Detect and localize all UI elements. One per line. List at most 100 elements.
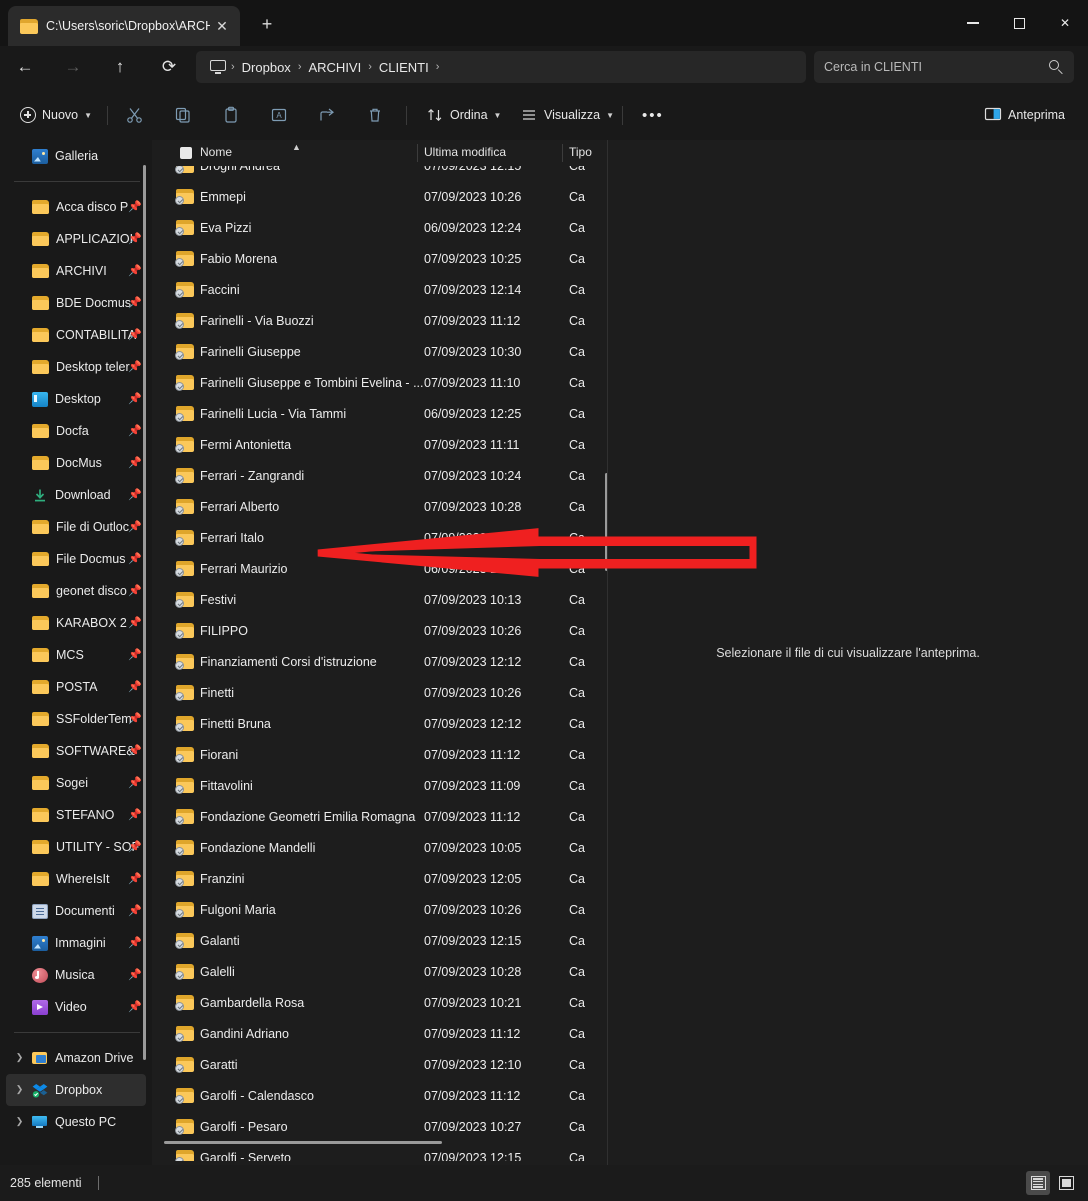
minimize-button[interactable]: [950, 0, 996, 46]
sidebar-scrollbar[interactable]: [143, 165, 146, 1060]
pin-icon[interactable]: 📌: [128, 712, 142, 725]
rename-button[interactable]: A: [262, 99, 296, 131]
sidebar-item-mcs[interactable]: MCS 📌: [6, 639, 146, 671]
sidebar-item-bde-docmus[interactable]: BDE Docmus 📌: [6, 287, 146, 319]
table-row[interactable]: Finetti 07/09/2023 10:26 Ca: [152, 677, 607, 708]
sidebar-item-immagini[interactable]: Immagini 📌: [6, 927, 146, 959]
pin-icon[interactable]: 📌: [128, 392, 142, 405]
pin-icon[interactable]: 📌: [128, 808, 142, 821]
details-view-button[interactable]: [1026, 1171, 1050, 1195]
pin-icon[interactable]: 📌: [128, 552, 142, 565]
sidebar-item-download[interactable]: Download 📌: [6, 479, 146, 511]
table-row[interactable]: Fabio Morena 07/09/2023 10:25 Ca: [152, 243, 607, 274]
paste-button[interactable]: [214, 99, 248, 131]
table-row[interactable]: Gandini Adriano 07/09/2023 11:12 Ca: [152, 1018, 607, 1049]
sidebar-item-whereisit[interactable]: WhereIsIt 📌: [6, 863, 146, 895]
sidebar-item-software[interactable]: SOFTWARE& 📌: [6, 735, 146, 767]
pin-icon[interactable]: 📌: [128, 456, 142, 469]
column-header-name[interactable]: Nome: [200, 145, 232, 159]
sidebar-item-archivi[interactable]: ARCHIVI 📌: [6, 255, 146, 287]
table-row[interactable]: Ferrari - Zangrandi 07/09/2023 10:24 Ca: [152, 460, 607, 491]
pin-icon[interactable]: 📌: [128, 232, 142, 245]
column-header-modified[interactable]: Ultima modifica: [424, 145, 506, 159]
preview-pane-button[interactable]: Anteprima: [976, 99, 1073, 131]
table-row[interactable]: Fermi Antonietta 07/09/2023 11:11 Ca: [152, 429, 607, 460]
pin-icon[interactable]: 📌: [128, 360, 142, 373]
select-all-checkbox[interactable]: [180, 147, 192, 159]
pin-icon[interactable]: 📌: [128, 744, 142, 757]
pin-icon[interactable]: 📌: [128, 264, 142, 277]
pin-icon[interactable]: 📌: [128, 520, 142, 533]
cut-button[interactable]: [118, 99, 152, 131]
table-row[interactable]: Emmepi 07/09/2023 10:26 Ca: [152, 181, 607, 212]
pin-icon[interactable]: 📌: [128, 776, 142, 789]
breadcrumb[interactable]: › Dropbox › ARCHIVI › CLIENTI ›: [196, 51, 806, 83]
sidebar-item-amazon-drive[interactable]: ❯ Amazon Drive: [6, 1042, 146, 1074]
sidebar-item-applicazioi[interactable]: APPLICAZIOI 📌: [6, 223, 146, 255]
sidebar-item-musica[interactable]: Musica 📌: [6, 959, 146, 991]
sidebar-item-karabox-2[interactable]: KARABOX 2 📌: [6, 607, 146, 639]
large-icons-view-button[interactable]: [1054, 1171, 1078, 1195]
table-row[interactable]: Garolfi - Calendasco 07/09/2023 11:12 Ca: [152, 1080, 607, 1111]
table-row[interactable]: Festivi 07/09/2023 10:13 Ca: [152, 584, 607, 615]
chevron-right-icon[interactable]: ❯: [14, 1116, 25, 1127]
table-row[interactable]: Fondazione Geometri Emilia Romagna 07/09/…: [152, 801, 607, 832]
back-button[interactable]: ←: [8, 50, 42, 84]
sidebar-item-file-docmus[interactable]: File Docmus 📌: [6, 543, 146, 575]
table-row[interactable]: Fondazione Mandelli 07/09/2023 10:05 Ca: [152, 832, 607, 863]
view-button[interactable]: Visualizza ▼: [512, 99, 622, 131]
breadcrumb-item-clienti[interactable]: CLIENTI: [373, 60, 435, 75]
sort-button[interactable]: Ordina ▼: [418, 99, 509, 131]
pin-icon[interactable]: 📌: [128, 648, 142, 661]
sidebar-item-stefano[interactable]: STEFANO 📌: [6, 799, 146, 831]
pin-icon[interactable]: 📌: [128, 296, 142, 309]
sidebar-item-contabilita[interactable]: CONTABILITA 📌: [6, 319, 146, 351]
pin-icon[interactable]: 📌: [128, 328, 142, 341]
pin-icon[interactable]: 📌: [128, 840, 142, 853]
maximize-button[interactable]: [996, 0, 1042, 46]
table-row[interactable]: Galanti 07/09/2023 12:15 Ca: [152, 925, 607, 956]
sidebar-item-dropbox[interactable]: ❯ Dropbox: [6, 1074, 146, 1106]
sidebar-item-docmus[interactable]: DocMus 📌: [6, 447, 146, 479]
table-row[interactable]: Gambardella Rosa 07/09/2023 10:21 Ca: [152, 987, 607, 1018]
table-row[interactable]: Finanziamenti Corsi d'istruzione 07/09/20…: [152, 646, 607, 677]
share-button[interactable]: [310, 99, 344, 131]
file-list-horizontal-scrollbar[interactable]: [160, 1137, 600, 1147]
sidebar-item-file-di-outloc[interactable]: File di Outloc 📌: [6, 511, 146, 543]
new-button[interactable]: Nuovo ▼: [12, 99, 100, 131]
table-row[interactable]: FILIPPO 07/09/2023 10:26 Ca: [152, 615, 607, 646]
browser-tab-active[interactable]: C:\Users\soric\Dropbox\ARCH ✕: [8, 6, 240, 46]
sidebar-item-utility-sof[interactable]: UTILITY - SOF 📌: [6, 831, 146, 863]
pin-icon[interactable]: 📌: [128, 680, 142, 693]
pin-icon[interactable]: 📌: [128, 872, 142, 885]
sidebar-item-geonet-disco[interactable]: geonet disco 📌: [6, 575, 146, 607]
horizontal-scrollbar-thumb[interactable]: [164, 1141, 442, 1144]
pin-icon[interactable]: 📌: [128, 488, 142, 501]
breadcrumb-item-dropbox[interactable]: Dropbox: [236, 60, 297, 75]
pin-icon[interactable]: 📌: [128, 616, 142, 629]
breadcrumb-item-archivi[interactable]: ARCHIVI: [302, 60, 367, 75]
table-row[interactable]: Farinelli Lucia - Via Tammi 06/09/2023 12…: [152, 398, 607, 429]
pin-icon[interactable]: 📌: [128, 424, 142, 437]
close-tab-icon[interactable]: ✕: [210, 14, 234, 38]
copy-button[interactable]: [166, 99, 200, 131]
close-window-button[interactable]: ✕: [1042, 0, 1088, 46]
table-row[interactable]: Ferrari Maurizio 06/09/2023 12:25 Ca: [152, 553, 607, 584]
search-input[interactable]: [824, 60, 1049, 74]
table-row[interactable]: Drogni Andrea 07/09/2023 12:15 Ca: [152, 166, 607, 181]
pin-icon[interactable]: 📌: [128, 1000, 142, 1013]
pin-icon[interactable]: 📌: [128, 200, 142, 213]
table-row[interactable]: Galelli 07/09/2023 10:28 Ca: [152, 956, 607, 987]
table-row[interactable]: Franzini 07/09/2023 12:05 Ca: [152, 863, 607, 894]
sidebar-item-acca-disco-p[interactable]: Acca disco P 📌: [6, 191, 146, 223]
more-options-button[interactable]: •••: [634, 99, 672, 131]
table-row[interactable]: Farinelli Giuseppe 07/09/2023 10:30 Ca: [152, 336, 607, 367]
table-row[interactable]: Fittavolini 07/09/2023 11:09 Ca: [152, 770, 607, 801]
search-box[interactable]: [814, 51, 1074, 83]
sidebar-item-video[interactable]: Video 📌: [6, 991, 146, 1023]
sidebar-item-galleria[interactable]: Galleria: [6, 140, 146, 172]
sidebar-item-questo-pc[interactable]: ❯ Questo PC: [6, 1106, 146, 1138]
sidebar-item-docfa[interactable]: Docfa 📌: [6, 415, 146, 447]
sidebar-item-documenti[interactable]: Documenti 📌: [6, 895, 146, 927]
table-row[interactable]: Ferrari Alberto 07/09/2023 10:28 Ca: [152, 491, 607, 522]
